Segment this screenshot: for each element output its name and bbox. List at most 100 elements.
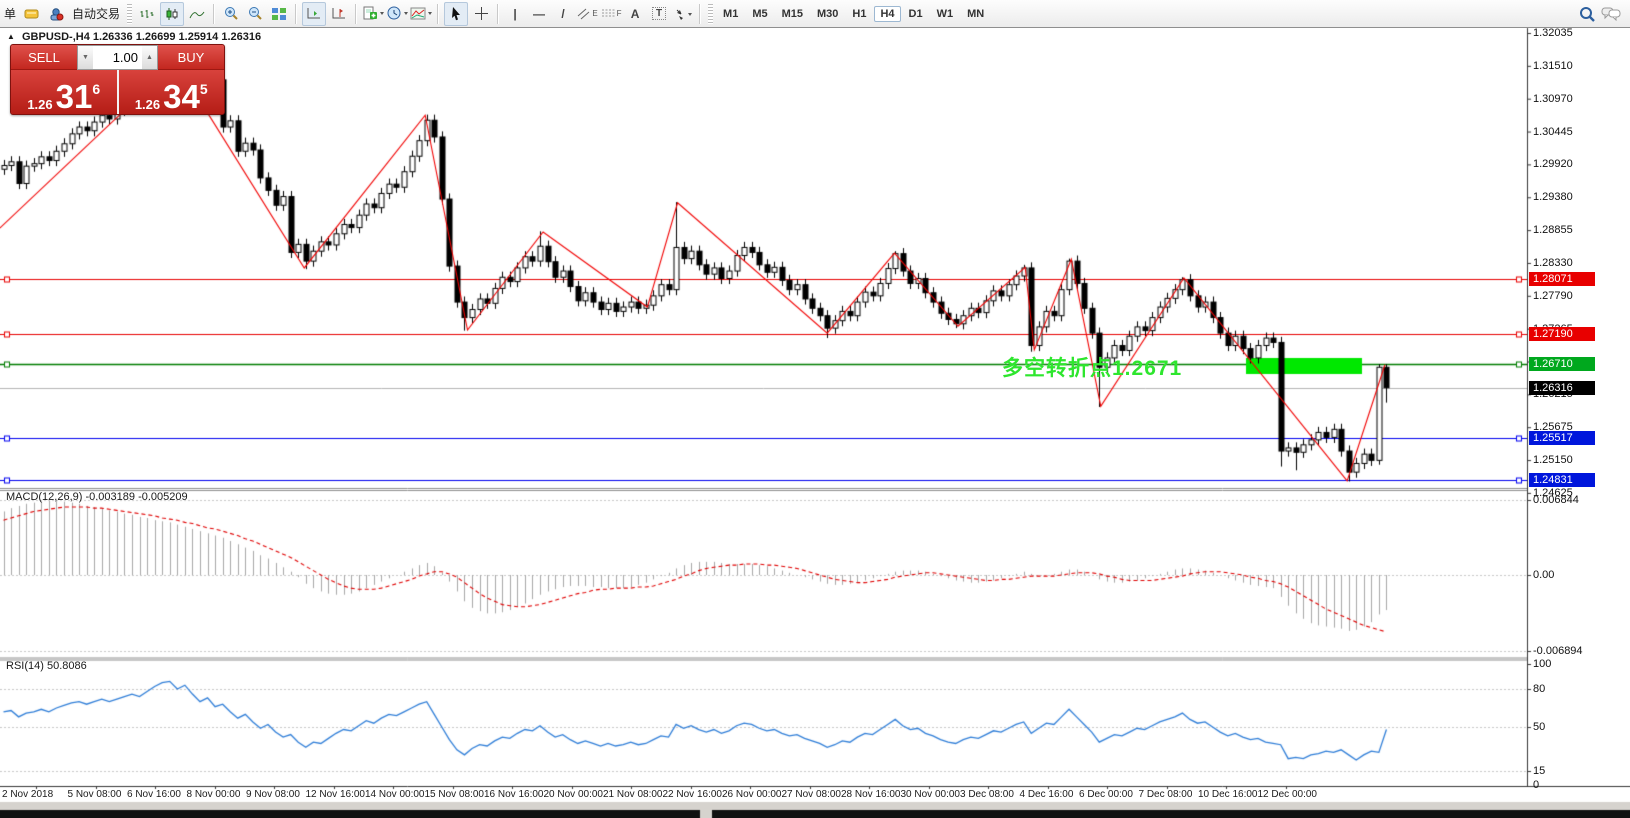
buy-price-sup: 5 xyxy=(200,81,208,97)
volume-up-button[interactable]: ▲ xyxy=(142,46,157,69)
sell-button[interactable]: SELL xyxy=(11,45,77,70)
buy-button[interactable]: BUY xyxy=(158,45,224,70)
symbol-period-label: GBPUSD-,H4 xyxy=(22,31,90,43)
date-axis-label: 10 Dec 16:00 xyxy=(1198,789,1258,800)
macd-axis-tick: 0.006844 xyxy=(1533,494,1579,506)
chart-shift-icon[interactable] xyxy=(328,3,350,25)
timeframe-button-d1[interactable]: D1 xyxy=(903,6,929,22)
community-chat-icon[interactable] xyxy=(1600,3,1622,25)
buy-price[interactable]: 1.26 34 5 xyxy=(119,70,225,114)
date-axis-label: 28 Nov 16:00 xyxy=(841,789,901,800)
date-axis-label: 21 Nov 08:00 xyxy=(603,789,663,800)
indicators-icon[interactable] xyxy=(410,3,432,25)
mt4-window: 单 自动交易 xyxy=(0,0,1630,818)
date-axis-label: 9 Nov 08:00 xyxy=(246,789,300,800)
autotrading-label[interactable]: 自动交易 xyxy=(68,5,124,22)
toolbar-separator xyxy=(497,4,499,24)
timeframe-button-m15[interactable]: M15 xyxy=(776,6,809,22)
fibonacci-tool-icon[interactable]: F xyxy=(600,3,622,25)
timeframe-button-m30[interactable]: M30 xyxy=(811,6,844,22)
autotrading-icon[interactable] xyxy=(45,3,67,25)
price-line-badge: 1.24831 xyxy=(1529,473,1595,487)
buy-price-big: 34 xyxy=(163,83,200,111)
price-axis-tick: 1.28330 xyxy=(1533,257,1573,269)
rsi-axis-tick: 15 xyxy=(1533,765,1545,777)
volume-down-button[interactable]: ▼ xyxy=(78,46,93,69)
tile-windows-icon[interactable] xyxy=(268,3,290,25)
date-axis-label: 7 Dec 08:00 xyxy=(1139,789,1193,800)
price-axis-tick: 1.31510 xyxy=(1533,60,1573,72)
timeframe-button-m1[interactable]: M1 xyxy=(717,6,744,22)
macd-axis-tick: -0.006894 xyxy=(1533,645,1583,657)
date-axis-label: 15 Nov 08:00 xyxy=(425,789,485,800)
arrows-tool-icon[interactable] xyxy=(672,3,694,25)
timeframe-button-m5[interactable]: M5 xyxy=(746,6,773,22)
price-axis-tick: 1.25150 xyxy=(1533,454,1573,466)
price-axis-tick: 1.28855 xyxy=(1533,224,1573,236)
toolbar-separator xyxy=(355,4,357,24)
date-axis-label: 22 Nov 16:00 xyxy=(663,789,723,800)
rsi-axis-tick: 80 xyxy=(1533,683,1545,695)
price-line-badge: 1.26710 xyxy=(1529,357,1595,371)
new-order-icon[interactable] xyxy=(362,3,384,25)
volume-stepper: ▼ 1.00 ▲ xyxy=(77,45,158,70)
date-axis-label: 12 Nov 16:00 xyxy=(306,789,366,800)
text-label-tool-icon[interactable]: T xyxy=(648,3,670,25)
date-axis-label: 20 Nov 00:00 xyxy=(544,789,604,800)
rsi-axis-tick: 50 xyxy=(1533,721,1545,733)
date-axis-label: 6 Dec 00:00 xyxy=(1079,789,1133,800)
timeframe-button-h4[interactable]: H4 xyxy=(874,6,900,22)
timeframe-clock-icon[interactable] xyxy=(386,3,408,25)
timeframe-toolbar: M1M5M15M30H1H4D1W1MN xyxy=(716,6,991,22)
vertical-line-tool-icon[interactable]: | xyxy=(504,3,526,25)
turning-point-annotation: 多空转折点1.2671 xyxy=(1002,352,1182,382)
price-line-badge: 1.27190 xyxy=(1529,327,1595,341)
timeframe-button-mn[interactable]: MN xyxy=(961,6,990,22)
trade-history-icon[interactable] xyxy=(21,3,43,25)
search-icon[interactable] xyxy=(1576,3,1598,25)
channel-tool-icon[interactable]: E xyxy=(576,3,598,25)
one-click-trading-panel: SELL ▼ 1.00 ▲ BUY 1.26 31 6 1.26 34 5 xyxy=(10,44,225,115)
date-axis-label: 16 Nov 16:00 xyxy=(484,789,544,800)
cursor-icon[interactable] xyxy=(444,2,468,26)
rsi-label: RSI(14) 50.8086 xyxy=(6,660,87,672)
price-line-badge: 1.28071 xyxy=(1529,272,1595,286)
chart-title: ▲ GBPUSD-,H4 1.26336 1.26699 1.25914 1.2… xyxy=(7,31,261,43)
chart-canvas[interactable] xyxy=(0,0,1630,818)
price-axis-tick: 1.29380 xyxy=(1533,191,1573,203)
date-axis-label: 14 Nov 00:00 xyxy=(365,789,425,800)
line-chart-icon[interactable] xyxy=(186,3,208,25)
zoom-in-icon[interactable] xyxy=(220,3,242,25)
main-toolbar: 单 自动交易 xyxy=(0,0,1630,28)
sell-price-big: 31 xyxy=(56,83,93,111)
date-axis-label: 5 Nov 08:00 xyxy=(68,789,122,800)
sell-price[interactable]: 1.26 31 6 xyxy=(11,70,117,114)
ohlc-values: 1.26336 1.26699 1.25914 1.26316 xyxy=(93,31,261,43)
text-tool-icon[interactable]: A xyxy=(624,3,646,25)
bar-chart-icon[interactable] xyxy=(136,3,158,25)
date-axis-label: 6 Nov 16:00 xyxy=(127,789,181,800)
timeframe-button-h1[interactable]: H1 xyxy=(846,6,872,22)
crosshair-icon[interactable] xyxy=(470,3,492,25)
price-axis-tick: 1.30970 xyxy=(1533,93,1573,105)
order-partial-label[interactable]: 单 xyxy=(0,5,20,22)
buy-price-prefix: 1.26 xyxy=(135,98,160,111)
candlestick-chart-icon[interactable] xyxy=(160,2,184,26)
date-axis-label: 2 Nov 2018 xyxy=(2,789,53,800)
zoom-out-icon[interactable] xyxy=(244,3,266,25)
date-axis-label: 30 Nov 00:00 xyxy=(901,789,961,800)
collapse-triangle-icon[interactable]: ▲ xyxy=(7,32,15,41)
rsi-axis-tick: 100 xyxy=(1533,658,1551,670)
date-axis-label: 8 Nov 00:00 xyxy=(187,789,241,800)
toolbar-separator xyxy=(699,4,701,24)
volume-value[interactable]: 1.00 xyxy=(93,46,142,69)
horizontal-line-tool-icon[interactable]: — xyxy=(528,3,550,25)
toolbar-grip xyxy=(127,4,132,24)
auto-scroll-icon[interactable] xyxy=(302,2,326,26)
timeframe-button-w1[interactable]: W1 xyxy=(931,6,960,22)
sell-price-prefix: 1.26 xyxy=(27,98,52,111)
toolbar-separator xyxy=(437,4,439,24)
price-line-badge: 1.25517 xyxy=(1529,431,1595,445)
trendline-tool-icon[interactable]: / xyxy=(552,3,574,25)
price-axis-tick: 1.27790 xyxy=(1533,290,1573,302)
